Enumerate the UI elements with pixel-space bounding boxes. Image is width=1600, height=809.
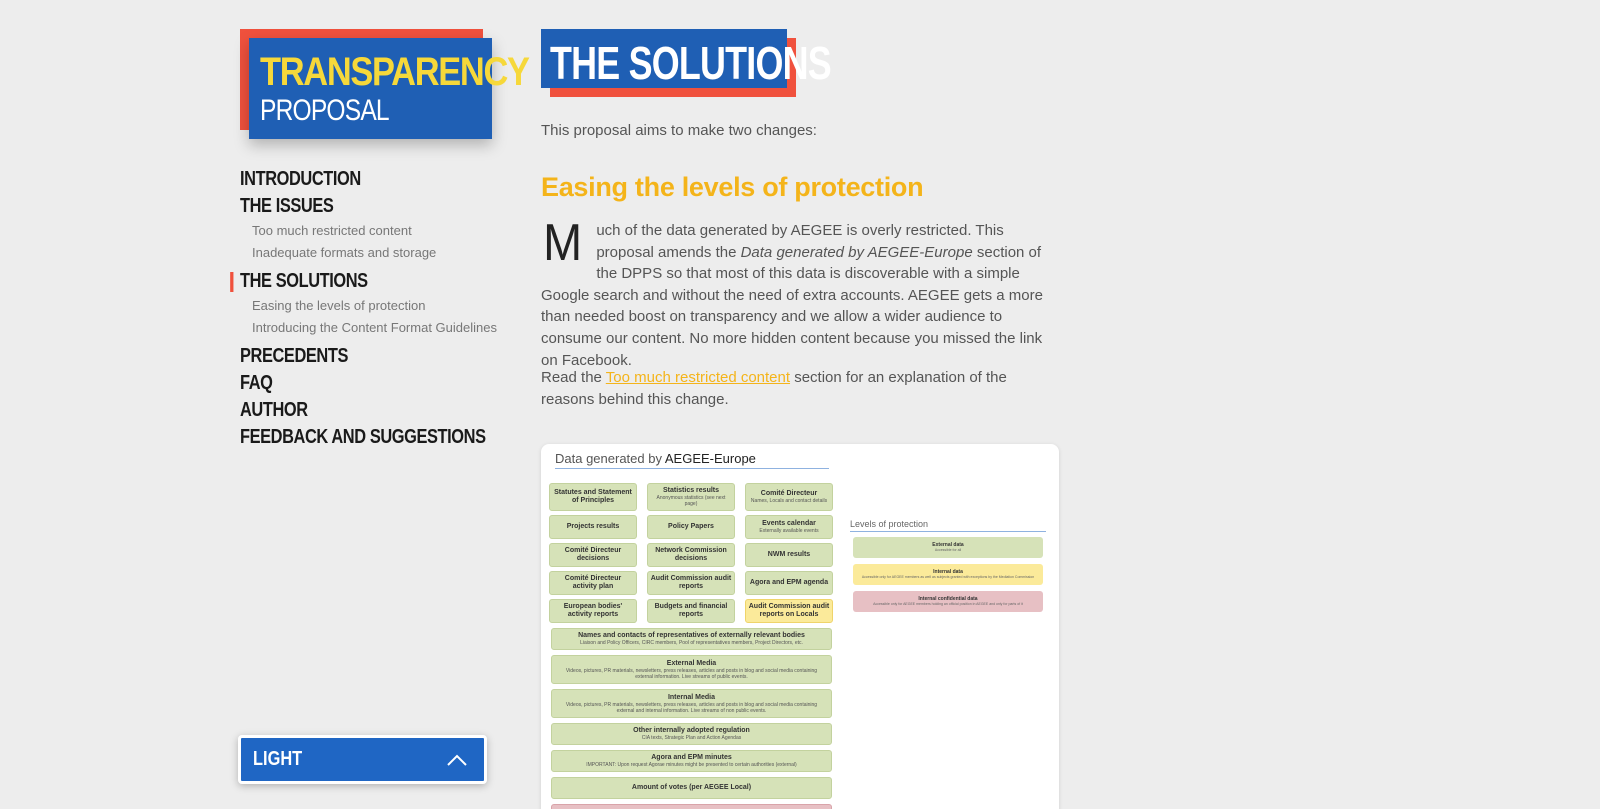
nav-item-feedback[interactable]: FEEDBACK AND SUGGESTIONS: [240, 424, 486, 451]
data-cell-title: Projects results: [566, 523, 620, 530]
data-cell: Audit Commission audit reports on Locals: [745, 599, 833, 623]
data-protection-figure: Data generated by AEGEE-Europe Statutes …: [541, 444, 1059, 809]
theme-selector[interactable]: LIGHT: [238, 735, 487, 784]
data-cell-title: NWM results: [767, 551, 811, 558]
data-cell: Network Commission decisions: [647, 543, 735, 567]
paragraph-emphasis: Data generated by AEGEE-Europe: [740, 243, 973, 261]
figure-heading: Data generated by AEGEE-Europe: [555, 451, 756, 466]
data-row-title: External Media: [666, 659, 717, 667]
data-row: Amount of votes (per AEGEE Local): [551, 777, 832, 799]
reference-text-a: Read the: [541, 369, 606, 386]
data-cell: Projects results: [549, 515, 637, 539]
data-row-sub: Videos, pictures, PR materials, newslett…: [565, 701, 818, 714]
nav-subitem-too-much-restricted[interactable]: Too much restricted content: [240, 220, 500, 242]
data-cell-sub: Externally available events: [759, 528, 819, 534]
data-cell-title: Audit Commission audit reports on Locals: [748, 603, 830, 618]
page-title-text: THE SOLUTIONS: [550, 37, 832, 89]
data-cell: Budgets and financial reports: [647, 599, 735, 623]
data-cell-title: Audit Commission audit reports: [650, 575, 732, 590]
levels-legend-title: Levels of protection: [850, 519, 929, 529]
data-cell: Comité Directeur Names, Locals and contac…: [745, 483, 833, 511]
level-sub: Accessible only for AEGEE members holdin…: [873, 602, 1023, 606]
figure-heading-prefix: Data generated by: [555, 451, 665, 466]
data-cell-title: Comité Directeur activity plan: [564, 575, 622, 590]
reference-paragraph: Read the Too much restricted content sec…: [541, 367, 1041, 410]
nav-item-author[interactable]: AUTHOR: [240, 397, 453, 424]
figure-heading-rule: [555, 468, 829, 469]
title-box: THE SOLUTIONS: [541, 29, 832, 89]
page-title: THE SOLUTIONS: [541, 29, 832, 97]
nav-item-faq[interactable]: FAQ: [240, 370, 453, 397]
data-row-title: Agora and EPM minutes: [651, 754, 732, 761]
data-cell-title: European bodies' activity reports: [563, 603, 623, 618]
data-row-title: Amount of votes (per AEGEE Local): [631, 784, 752, 791]
level-confidential: Internal confidential data Accessible onl…: [853, 591, 1043, 612]
too-much-restricted-link[interactable]: Too much restricted content: [606, 369, 790, 386]
logo-subtitle: PROPOSAL: [260, 94, 390, 127]
active-indicator: [230, 272, 234, 292]
data-cell-sub: Anonymous statistics (see next page): [656, 495, 726, 507]
data-cell-title: Statistics results: [662, 487, 720, 494]
levels-legend-rule: [850, 531, 1046, 532]
data-row-sub: Videos, pictures, PR materials, newslett…: [565, 667, 818, 680]
data-cell-sub: Names, Locals and contact details: [750, 498, 828, 504]
level-sub: Accessible for all: [934, 548, 962, 552]
data-cell: Agora and EPM agenda: [745, 571, 833, 595]
data-cell: Events calendar Externally available even…: [745, 515, 833, 539]
data-row: Internal Media Videos, pictures, PR mater…: [551, 689, 832, 718]
drop-cap: M: [543, 214, 583, 272]
logo-box: TRANSPARENCY PROPOSAL: [249, 38, 530, 139]
data-row-title: Internal Media: [667, 693, 716, 701]
data-cell: European bodies' activity reports: [549, 599, 637, 623]
data-row: Other internally adopted regulation CIA t…: [551, 723, 832, 745]
paragraph-text-b: section of the DPPS so that most of this…: [541, 243, 1043, 369]
data-cell-title: Policy Papers: [668, 523, 714, 530]
theme-selected-label: LIGHT: [253, 748, 303, 770]
data-cell: NWM results: [745, 543, 833, 567]
data-row: Agora and EPM minutes IMPORTANT: Upon req…: [551, 750, 832, 772]
data-row-sub: Liaison and Policy Officers, CIRC member…: [580, 640, 803, 646]
data-cell: Policy Papers: [647, 515, 735, 539]
data-row-sub: IMPORTANT: Upon request Agorae minutes m…: [586, 762, 797, 768]
nav-item-precedents[interactable]: PRECEDENTS: [240, 343, 453, 370]
data-row-confidential: [551, 804, 832, 809]
data-row: Names and contacts of representatives of…: [551, 628, 832, 650]
data-cell-title: Events calendar: [762, 520, 816, 527]
intro-text: This proposal aims to make two changes:: [541, 122, 817, 139]
chevron-up-icon: [447, 754, 467, 766]
nav-subitem-inadequate-formats[interactable]: Inadequate formats and storage: [240, 242, 500, 264]
data-row-sub: CIA texts, Strategic Plan and Action Age…: [641, 735, 742, 741]
data-cell: Statutes and Statement of Principles: [549, 483, 637, 511]
data-row-title: Names and contacts of representatives of…: [578, 632, 805, 639]
data-cell: Audit Commission audit reports: [647, 571, 735, 595]
data-cell-title: Statutes and Statement of Principles: [554, 489, 632, 504]
data-cell-title: Budgets and financial reports: [654, 603, 728, 618]
data-cell: Comité Directeur activity plan: [549, 571, 637, 595]
level-internal: Internal data Accessible only for AEGEE m…: [853, 564, 1043, 585]
data-cell-title: Comité Directeur decisions: [564, 547, 622, 562]
nav-item-label: THE SOLUTIONS: [240, 270, 368, 292]
nav-subitem-content-format[interactable]: Introducing the Content Format Guideline…: [240, 317, 500, 339]
data-cell-title: Comité Directeur: [760, 490, 818, 497]
data-row-title: Other internally adopted regulation: [633, 727, 750, 734]
section-paragraph: Much of the data generated by AEGEE is o…: [541, 214, 1061, 371]
data-cell-title: Network Commission decisions: [655, 547, 727, 562]
level-sub: Accessible only for AEGEE members as wel…: [861, 575, 1035, 579]
section-heading: Easing the levels of protection: [541, 172, 924, 202]
sidebar-nav: INTRODUCTION THE ISSUES Too much restric…: [230, 166, 500, 451]
level-external: External data Accessible for all: [853, 537, 1043, 558]
data-row: External Media Videos, pictures, PR mater…: [551, 655, 832, 684]
site-logo[interactable]: TRANSPARENCY PROPOSAL: [240, 29, 530, 139]
logo-title: TRANSPARENCY: [260, 50, 530, 94]
data-cell-title: Agora and EPM agenda: [749, 579, 829, 586]
figure-heading-org: AEGEE-Europe: [664, 451, 756, 466]
nav-item-the-solutions[interactable]: THE SOLUTIONS: [230, 268, 453, 295]
data-cell: Comité Directeur decisions: [549, 543, 637, 567]
nav-item-introduction[interactable]: INTRODUCTION: [240, 166, 453, 193]
nav-item-the-issues[interactable]: THE ISSUES: [240, 193, 453, 220]
data-cell: Statistics results Anonymous statistics (…: [647, 483, 735, 511]
nav-subitem-easing-levels[interactable]: Easing the levels of protection: [240, 295, 500, 317]
